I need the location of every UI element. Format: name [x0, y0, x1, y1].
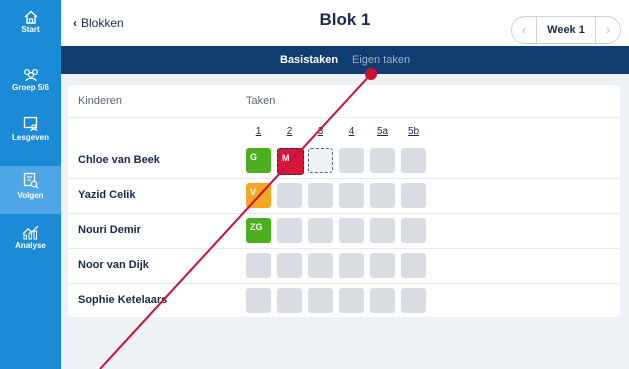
- level-link[interactable]: 4: [336, 126, 367, 137]
- child-name[interactable]: Yazid Celik: [78, 189, 135, 201]
- sidebar-item-start[interactable]: Start: [0, 10, 61, 58]
- task-cell[interactable]: [246, 253, 271, 278]
- task-cell[interactable]: ZG: [246, 218, 271, 243]
- task-cell[interactable]: [401, 218, 426, 243]
- task-cell-label: ZG: [250, 222, 263, 232]
- level-link[interactable]: 5b: [398, 126, 429, 137]
- level-link[interactable]: 5a: [367, 126, 398, 137]
- task-cell[interactable]: [401, 148, 426, 173]
- task-cell[interactable]: [339, 218, 364, 243]
- child-name[interactable]: Noor van Dijk: [78, 259, 149, 271]
- task-cell[interactable]: G: [246, 148, 271, 173]
- task-cell[interactable]: [308, 253, 333, 278]
- top-bar: ‹ Blokken Blok 1 ‹ Week 1 ›: [61, 0, 629, 46]
- task-cell[interactable]: [277, 218, 302, 243]
- sidebar-item-groep[interactable]: Groep 5/6: [0, 68, 61, 116]
- table-row: Chloe van Beek G M: [68, 143, 620, 178]
- home-icon: [24, 10, 37, 24]
- level-link[interactable]: 3: [305, 126, 336, 137]
- task-cell[interactable]: [370, 218, 395, 243]
- level-link[interactable]: 2: [274, 126, 305, 137]
- task-cell[interactable]: [308, 218, 333, 243]
- task-cell[interactable]: [339, 148, 364, 173]
- task-cell[interactable]: [277, 253, 302, 278]
- teach-icon: [23, 116, 38, 132]
- sidebar-item-volgen[interactable]: Volgen: [0, 166, 61, 214]
- task-cell-label: G: [250, 152, 258, 162]
- task-cell[interactable]: [401, 183, 426, 208]
- task-cell[interactable]: [308, 288, 333, 313]
- task-cell[interactable]: [401, 253, 426, 278]
- task-cell[interactable]: [401, 288, 426, 313]
- week-label[interactable]: Week 1: [536, 17, 596, 43]
- divider: [68, 117, 620, 118]
- task-cell[interactable]: [308, 148, 333, 173]
- child-name[interactable]: Chloe van Beek: [78, 154, 160, 166]
- column-header-tasks: Taken: [246, 95, 276, 107]
- task-cell[interactable]: [339, 253, 364, 278]
- group-icon: [23, 68, 38, 82]
- child-name[interactable]: Nouri Demir: [78, 224, 141, 236]
- sidebar-item-label: Groep 5/6: [12, 83, 49, 92]
- task-cell[interactable]: [370, 253, 395, 278]
- task-cell[interactable]: [246, 288, 271, 313]
- column-header-children: Kinderen: [78, 95, 123, 107]
- tasks-table: Kinderen Taken 1 2 3 4 5a 5b Chloe van B…: [68, 85, 620, 317]
- task-cell[interactable]: [308, 183, 333, 208]
- tab-eigen-taken[interactable]: Eigen taken: [352, 54, 410, 66]
- task-cell[interactable]: [339, 183, 364, 208]
- task-cell[interactable]: [277, 288, 302, 313]
- task-cell[interactable]: V: [246, 183, 271, 208]
- sidebar-item-label: Analyse: [15, 241, 46, 250]
- task-cell[interactable]: [277, 183, 302, 208]
- week-selector: ‹ Week 1 ›: [511, 16, 621, 44]
- table-row: Noor van Dijk: [68, 248, 620, 283]
- task-cell-label: V: [250, 187, 257, 197]
- sidebar: Start Groep 5/6 Lesgeven Volgen Analyse: [0, 0, 61, 369]
- table-row: Sophie Ketelaars: [68, 283, 620, 318]
- sidebar-item-label: Volgen: [17, 191, 44, 200]
- sidebar-item-lesgeven[interactable]: Lesgeven: [0, 116, 61, 164]
- level-link[interactable]: 1: [243, 126, 274, 137]
- task-cell[interactable]: [370, 148, 395, 173]
- task-cell[interactable]: M: [277, 148, 304, 175]
- task-tabs: Basistaken Eigen taken: [61, 46, 629, 74]
- table-row: Yazid Celik V: [68, 178, 620, 213]
- tab-basistaken[interactable]: Basistaken: [280, 54, 338, 66]
- week-next-button[interactable]: ›: [595, 17, 620, 43]
- task-cell[interactable]: [339, 288, 364, 313]
- task-cell-label: M: [282, 153, 290, 163]
- task-cell[interactable]: [370, 288, 395, 313]
- sidebar-item-analyse[interactable]: Analyse: [0, 224, 61, 272]
- task-cell[interactable]: [370, 183, 395, 208]
- track-icon: [23, 172, 39, 189]
- sidebar-item-label: Start: [21, 25, 40, 34]
- table-row: Nouri Demir ZG: [68, 213, 620, 248]
- week-prev-button[interactable]: ‹: [512, 17, 537, 43]
- analysis-icon: [22, 225, 38, 240]
- sidebar-item-label: Lesgeven: [12, 133, 49, 142]
- child-name[interactable]: Sophie Ketelaars: [78, 294, 167, 306]
